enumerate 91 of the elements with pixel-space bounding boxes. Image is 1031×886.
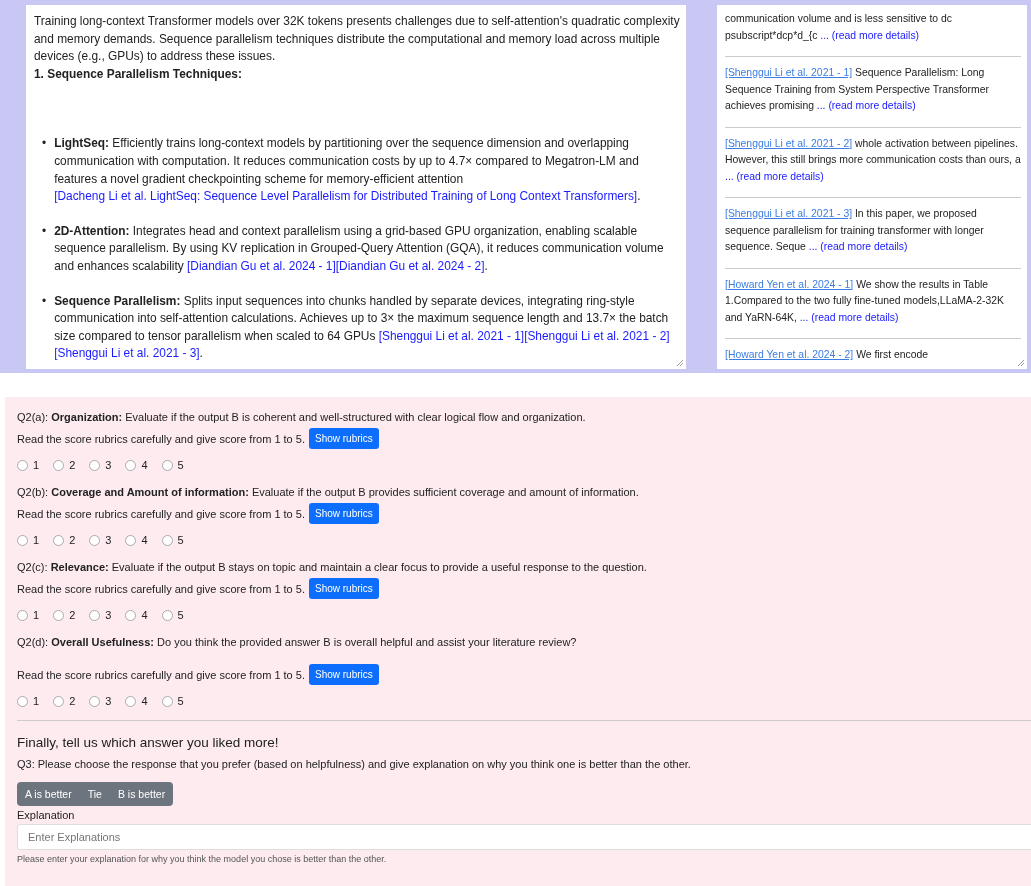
reference-paragraph: [Shenggui Li et al. 2021 - 3] In this paper, we proposed sequence parallelism for training transformer with longer sequence. Seque ... (read more details): [725, 207, 985, 254]
radio-button[interactable]: [17, 459, 28, 471]
reference-link[interactable]: [Howard Yen et al. 2024 - 2]: [725, 349, 854, 360]
radio-label: 2: [69, 609, 76, 621]
radio-button[interactable]: [125, 695, 137, 707]
radio-label: 5: [177, 609, 184, 621]
radio-button[interactable]: [53, 609, 65, 621]
radio-button[interactable]: [89, 459, 101, 471]
radio-label: 3: [105, 459, 112, 471]
radio-label: 2: [69, 695, 76, 707]
choice-button[interactable]: Tie: [79, 782, 110, 806]
citation-link[interactable]: [Diandian Gu et al. 2024 - 1]: [187, 258, 336, 273]
instruction-text: Read the score rubrics carefully and give score from 1 to 5.: [17, 668, 305, 681]
bullet-marker: •: [42, 135, 47, 153]
radio-label: 2: [69, 534, 76, 546]
choice-button[interactable]: B is better: [109, 782, 174, 806]
radio-button[interactable]: [125, 459, 137, 471]
final-title: Finally, tell us which answer you liked more!: [17, 735, 280, 750]
radio-button[interactable]: [125, 609, 137, 621]
choice-button[interactable]: A is better: [17, 782, 80, 806]
reference-link[interactable]: [Shenggui Li et al. 2021 - 2]: [725, 137, 853, 149]
radio-button[interactable]: [89, 534, 101, 546]
resize-grip-icon[interactable]: [676, 359, 684, 367]
reference-paragraph: [Shenggui Li et al. 2021 - 2] whole activation between pipelines. However, this still brings more communication costs than ours, a ... (read more details): [725, 136, 1021, 184]
radio-label: 1: [33, 695, 40, 707]
bullet-paragraph: Sequence Parallelism: Splits input sequences into chunks handled by separate devices, integrating ring-style communication into self-attention calculations. Achieves up to 3× the maximum sequence length and 13.7× the batch size compared to tensor parallelism when scaled to 64 GPUs [Shenggui Li et al. 2021 - 1][Shenggui Li et al. 2021 - 2] [Shenggui Li et al. 2021 - 3].: [54, 292, 671, 363]
show-rubrics-button[interactable]: Show rubrics: [308, 428, 379, 449]
radio-label: 3: [105, 609, 112, 621]
bullet-paragraph: 2D-Attention: Integrates head and context parallelism using a grid-based GPU organization, enabling scalable sequence parallelism. By using KV replication in Grouped-Query Attention (GQA), it reduces communication volume and enhances scalability [Diandian Gu et al. 2024 - 1][Diandian Gu et al. 2024 - 2].: [54, 222, 665, 275]
show-rubrics-button[interactable]: Show rubrics: [308, 664, 379, 685]
radio-label: 5: [177, 534, 184, 546]
radio-label: 4: [141, 695, 148, 707]
radio-label: 2: [69, 459, 76, 471]
reference-paragraph: [Howard Yen et al. 2024 - 2] We first encode: [725, 348, 930, 362]
citation-link[interactable]: [Shenggui Li et al. 2021 - 1]: [378, 328, 525, 343]
question-text: Q2(a): Organization: Evaluate if the output B is coherent and well-structured with clear logical flow and organization.: [17, 410, 587, 425]
reference-paragraph: [Howard Yen et al. 2024 - 1] We show the results in Table 1.Compared to the two fully fine-tuned models,LLaMA-2-32K and YaRN-64K, ... (read more details): [725, 277, 1005, 325]
radio-button[interactable]: [161, 609, 173, 621]
question-text: Q3: Please choose the response that you prefer (based on helpfulness) and give explanation on why you think one is better than the other.: [17, 758, 692, 770]
reference-link[interactable]: [Shenggui Li et al. 2021 - 1]: [725, 67, 853, 78]
read-more-link[interactable]: ... (read more details): [820, 29, 920, 41]
citation-link[interactable]: [Shenggui Li et al. 2021 - 2]: [524, 328, 670, 343]
reference-link[interactable]: [Howard Yen et al. 2024 - 1]: [725, 278, 854, 290]
read-more-link[interactable]: ... (read more details): [725, 170, 824, 182]
read-more-link[interactable]: ... (read more details): [808, 241, 908, 252]
bullet-marker: •: [42, 222, 47, 240]
read-more-link[interactable]: ... (read more details): [799, 311, 899, 323]
radio-label: 3: [105, 534, 112, 546]
question-text: Q2(b): Coverage and Amount of information: Evaluate if the output B provides sufficient coverage and amount of information.: [17, 485, 640, 500]
radio-label: 4: [141, 609, 148, 621]
resize-grip-icon[interactable]: [1017, 359, 1025, 367]
reference-paragraph: [Shenggui Li et al. 2021 - 1] Sequence Parallelism: Long Sequence Training from System Perspective Transformer achieves promising ... (read more details): [725, 66, 990, 113]
radio-button[interactable]: [89, 609, 101, 621]
radio-label: 4: [141, 534, 148, 546]
show-rubrics-button[interactable]: Show rubrics: [308, 578, 379, 599]
reference-link[interactable]: [Shenggui Li et al. 2021 - 3]: [725, 208, 853, 219]
radio-label: 1: [33, 534, 40, 546]
radio-label: 3: [105, 695, 112, 707]
radio-button[interactable]: [125, 534, 137, 546]
read-more-link[interactable]: ... (read more details): [816, 100, 916, 111]
bullet-marker: •: [42, 292, 47, 310]
citation-link[interactable]: [Diandian Gu et al. 2024 - 2]: [335, 258, 485, 273]
reference-paragraph: communication volume and is less sensitive to dc psubscript*dcp*d_{c ... (read more details): [725, 12, 953, 43]
instruction-text: Read the score rubrics carefully and give score from 1 to 5.: [17, 432, 305, 445]
radio-label: 1: [33, 459, 40, 471]
radio-button[interactable]: [161, 695, 173, 707]
field-label: Explanation: [17, 809, 76, 821]
intro-paragraph: Training long-context Transformer models over 32K tokens presents challenges due to self-attention's quadratic complexity and memory demands. Sequence parallelism techniques distribute the computational and memory load across multiple devices (e.g., GPUs) to address these issues.: [34, 13, 680, 66]
radio-button[interactable]: [89, 695, 101, 707]
question-text: Q2(d): Overall Usefulness: Do you think the provided answer B is overall helpful and assist your literature review?: [17, 635, 578, 650]
radio-button[interactable]: [17, 534, 28, 546]
radio-button[interactable]: [17, 609, 28, 621]
help-text: Please enter your explanation for why you think the model you chose is better than the other.: [17, 854, 388, 864]
radio-button[interactable]: [53, 459, 65, 471]
radio-button[interactable]: [53, 534, 65, 546]
show-rubrics-button[interactable]: Show rubrics: [308, 503, 379, 524]
section-heading: 1. Sequence Parallelism Techniques:: [34, 65, 243, 83]
radio-label: 4: [141, 459, 148, 471]
radio-button[interactable]: [17, 695, 28, 707]
radio-button[interactable]: [161, 459, 173, 471]
question-text: Q2(c): Relevance: Evaluate if the output B stays on topic and maintain a clear focus to provide a useful response to the question.: [17, 560, 648, 575]
instruction-text: Read the score rubrics carefully and give score from 1 to 5.: [17, 582, 305, 595]
explanation-input-field[interactable]: Enter Explanations: [17, 824, 1031, 850]
radio-button[interactable]: [161, 534, 173, 546]
instruction-text: Read the score rubrics carefully and give score from 1 to 5.: [17, 507, 305, 520]
radio-label: 5: [177, 695, 184, 707]
citation-link[interactable]: [Shenggui Li et al. 2021 - 3]: [54, 346, 200, 361]
bullet-paragraph: LightSeq: Efficiently trains long-context models by partitioning over the sequence dimension and overlapping communication with computation. It reduces communication costs by up to 4.7× compared to Megatron-LM and features a novel gradient checkpointing scheme for memory-efficient attention [Dacheng Li et al. LightSeq: Sequence Level Parallelism for Distributed Training of Long Context Transformers].: [54, 135, 642, 206]
radio-button[interactable]: [53, 695, 65, 707]
radio-label: 5: [177, 459, 184, 471]
radio-label: 1: [33, 609, 40, 621]
